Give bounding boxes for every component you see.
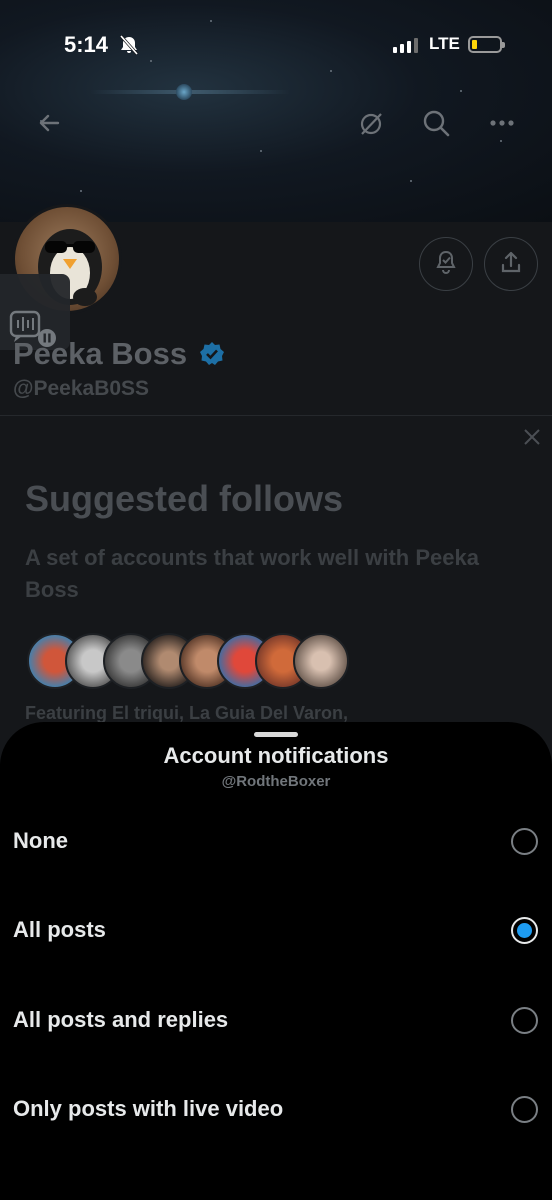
share-button[interactable] bbox=[484, 237, 538, 291]
battery-icon bbox=[468, 36, 505, 53]
status-bar: 5:14 LTE bbox=[0, 0, 552, 90]
suggested-avatar[interactable] bbox=[293, 633, 349, 689]
option-label: None bbox=[13, 828, 68, 853]
profile-name: Peeka Boss bbox=[13, 336, 188, 371]
banner-star bbox=[460, 90, 462, 92]
notification-bell-button[interactable] bbox=[419, 237, 473, 291]
radio-button[interactable] bbox=[511, 1095, 538, 1123]
divider bbox=[0, 415, 552, 416]
suggested-follows-title: Suggested follows bbox=[25, 478, 344, 519]
suggested-follows-subtitle: A set of accounts that work well with Pe… bbox=[25, 545, 479, 602]
banner-star bbox=[260, 150, 262, 152]
option-all-posts-and-replies[interactable]: All posts and replies bbox=[0, 980, 552, 1060]
grok-icon[interactable] bbox=[357, 110, 385, 143]
notification-bell-icon bbox=[433, 249, 459, 280]
sheet-title: Account notifications bbox=[163, 743, 389, 768]
option-label: All posts bbox=[13, 917, 106, 942]
banner-star bbox=[500, 140, 502, 142]
option-all-posts[interactable]: All posts bbox=[0, 890, 552, 970]
option-none[interactable]: None bbox=[0, 801, 552, 881]
back-arrow-icon[interactable] bbox=[36, 110, 62, 141]
status-time: 5:14 bbox=[64, 32, 109, 57]
more-icon[interactable] bbox=[489, 116, 515, 135]
network-type: LTE bbox=[429, 34, 460, 53]
close-icon[interactable] bbox=[522, 427, 542, 452]
search-icon[interactable] bbox=[422, 109, 450, 142]
sheet-handle: @RodtheBoxer bbox=[221, 773, 331, 790]
radio-button-selected[interactable] bbox=[511, 916, 538, 944]
banner-star bbox=[80, 190, 82, 192]
share-icon bbox=[498, 249, 524, 280]
featuring-text: Featuring El triqui, La Guia Del Varon, bbox=[25, 703, 349, 723]
sheet-grabber[interactable] bbox=[254, 732, 298, 737]
radio-button[interactable] bbox=[511, 827, 538, 855]
bell-slash-icon bbox=[118, 35, 140, 60]
verified-badge-icon bbox=[199, 341, 225, 372]
option-label: Only posts with live video bbox=[13, 1096, 284, 1121]
radio-button[interactable] bbox=[511, 1006, 538, 1034]
profile-handle: @PeekaB0SS bbox=[13, 377, 150, 400]
signal-icon bbox=[393, 38, 418, 53]
option-live-video[interactable]: Only posts with live video bbox=[0, 1069, 552, 1149]
account-notifications-sheet: Account notifications @RodtheBoxer None … bbox=[0, 722, 552, 1200]
option-label: All posts and replies bbox=[13, 1007, 229, 1032]
banner-star bbox=[410, 180, 412, 182]
